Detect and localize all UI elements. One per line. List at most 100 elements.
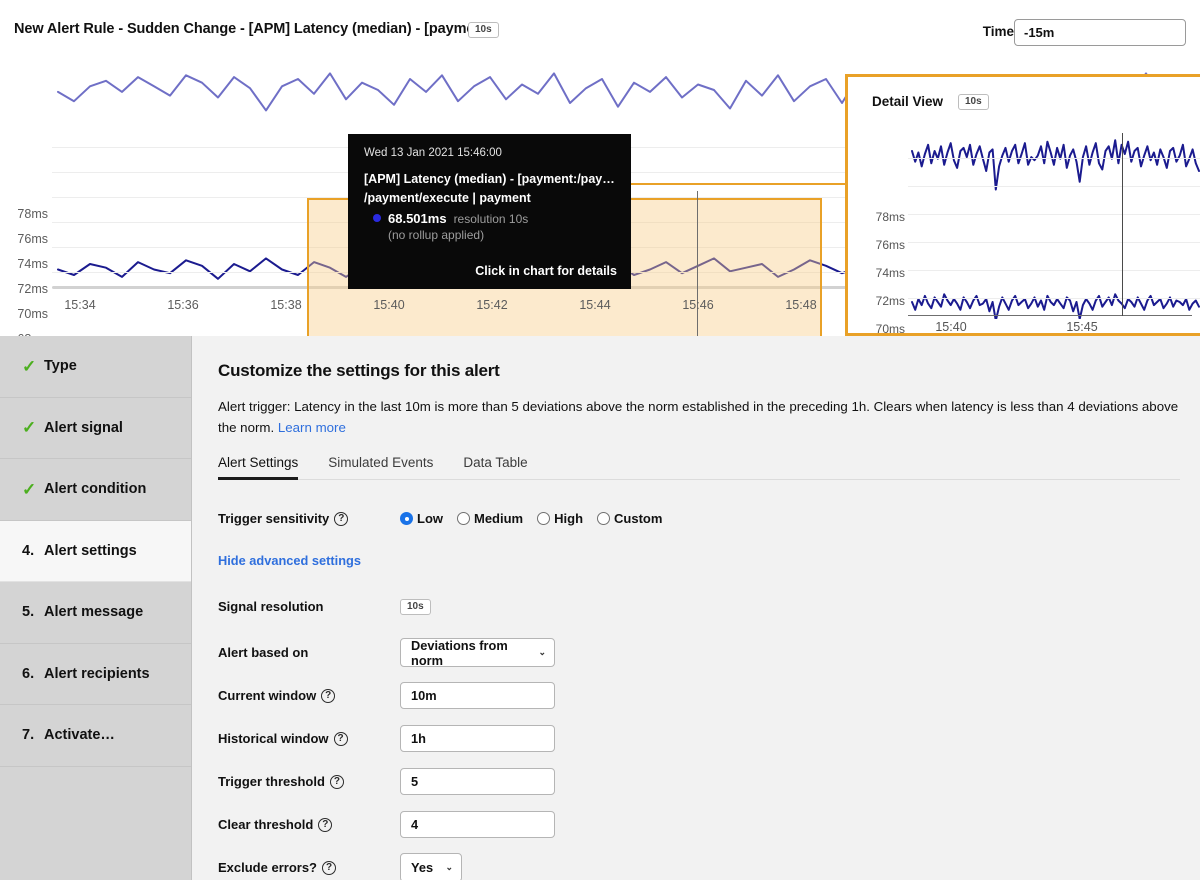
- tooltip-series-line1: [APM] Latency (median) - [payment:/pay…: [364, 172, 615, 186]
- time-label: Time: [982, 24, 1014, 39]
- signal-resolution-label: Signal resolution: [218, 599, 400, 614]
- signal-resolution-row: Signal resolution 10s: [218, 588, 1180, 625]
- settings-form: Trigger sensitivity ? Low Medium High Custo…: [218, 500, 1180, 880]
- alert-based-on-select[interactable]: Deviations from norm ⌄: [400, 638, 555, 668]
- sidebar-step-label: Type: [44, 358, 77, 375]
- help-icon[interactable]: ?: [334, 511, 349, 526]
- radio-button-icon[interactable]: [537, 512, 551, 526]
- main-chart-x-axis: 15:34 15:36 15:38 15:40 15:42 15:44 15:46 15:48: [0, 298, 845, 322]
- trigger-threshold-input[interactable]: [400, 768, 555, 796]
- trigger-threshold-label: Trigger threshold ?: [218, 774, 400, 789]
- y-tick-label: 74ms: [875, 266, 905, 280]
- y-tick-label: 76ms: [17, 232, 48, 246]
- trigger-sensitivity-radio-group[interactable]: Low Medium High Custom: [400, 511, 671, 526]
- help-icon[interactable]: ?: [321, 688, 336, 703]
- sensitivity-option-custom[interactable]: Custom: [597, 511, 662, 526]
- sidebar-step-alert-recipients[interactable]: 6. Alert recipients: [0, 644, 191, 705]
- description-text: Alert trigger: Latency in the last 10m i…: [218, 399, 1179, 435]
- sidebar-step-label: Alert message: [44, 604, 144, 621]
- learn-more-link[interactable]: Learn more: [278, 420, 346, 435]
- alert-based-on-label: Alert based on: [218, 645, 400, 660]
- time-range-input[interactable]: [1014, 19, 1186, 46]
- step-number: 5.: [22, 604, 35, 621]
- historical-window-row: Historical window ?: [218, 720, 1180, 757]
- detail-view-plot[interactable]: [908, 134, 1200, 322]
- tab-simulated-events[interactable]: Simulated Events: [328, 455, 433, 480]
- exclude-errors-row: Exclude errors? ? Yes ⌄: [218, 849, 1180, 880]
- label-text: Clear threshold: [218, 817, 314, 833]
- chevron-down-icon: ⌄: [538, 646, 546, 657]
- tooltip-rollup-note: (no rollup applied): [388, 227, 485, 242]
- sidebar-step-alert-settings[interactable]: 4. Alert settings: [0, 520, 191, 582]
- step-number: 6.: [22, 665, 35, 682]
- sensitivity-option-label: Custom: [614, 511, 663, 527]
- trigger-sensitivity-label: Trigger sensitivity ?: [218, 511, 400, 526]
- label-text: Exclude errors?: [218, 860, 317, 876]
- sidebar-step-type[interactable]: ✓ Type: [0, 336, 191, 398]
- detail-view-resolution-badge: 10s: [958, 94, 989, 110]
- sidebar-step-label: Alert settings: [44, 542, 137, 559]
- x-tick-label: 15:40: [935, 320, 967, 334]
- radio-button-icon[interactable]: [457, 512, 470, 526]
- y-tick-label: 78ms: [875, 210, 905, 224]
- sidebar-step-label: Alert condition: [44, 481, 147, 498]
- signal-resolution-badge: 10s: [400, 598, 431, 615]
- current-window-row: Current window ?: [218, 677, 1180, 714]
- sidebar-step-alert-signal[interactable]: ✓ Alert signal: [0, 398, 191, 459]
- label-text: Alert based on: [218, 645, 309, 661]
- clear-threshold-input[interactable]: [400, 811, 555, 839]
- sidebar-step-alert-condition[interactable]: ✓ Alert condition: [0, 459, 191, 521]
- sensitivity-option-medium[interactable]: Medium: [457, 511, 523, 526]
- chart-cursor-line: [697, 191, 698, 359]
- tab-alert-settings[interactable]: Alert Settings: [218, 455, 299, 481]
- radio-button-icon[interactable]: [597, 512, 611, 526]
- tab-data-table[interactable]: Data Table: [463, 455, 527, 480]
- top-bar: New Alert Rule - Sudden Change - [APM] L…: [0, 0, 1200, 66]
- detail-view-cursor-line: [1122, 133, 1123, 316]
- clear-threshold-row: Clear threshold ?: [218, 806, 1180, 843]
- sidebar-step-alert-message[interactable]: 5. Alert message: [0, 582, 191, 644]
- sidebar-step-label: Alert recipients: [44, 665, 150, 682]
- x-tick-label: 15:34: [64, 298, 96, 312]
- historical-window-input[interactable]: [400, 725, 555, 753]
- label-text: Trigger sensitivity: [218, 511, 330, 527]
- exclude-errors-label: Exclude errors? ?: [218, 860, 400, 875]
- current-window-input[interactable]: [400, 682, 555, 710]
- alert-based-on-row: Alert based on Deviations from norm ⌄: [218, 634, 1180, 671]
- step-complete-check-icon: ✓: [22, 479, 37, 499]
- trigger-threshold-row: Trigger threshold ?: [218, 763, 1180, 800]
- help-icon[interactable]: ?: [322, 860, 336, 875]
- sensitivity-option-label: Medium: [474, 511, 524, 527]
- detail-view-x-axis: 15:40 15:45: [848, 320, 1200, 334]
- content-heading: Customize the settings for this alert: [218, 361, 500, 380]
- y-tick-label: 74ms: [17, 257, 48, 271]
- label-text: Current window: [218, 688, 317, 704]
- sensitivity-option-high[interactable]: High: [537, 511, 583, 526]
- step-complete-check-icon: ✓: [22, 356, 37, 376]
- detail-view-axis-line: [908, 315, 1192, 316]
- wizard-sidebar: ✓ Type ✓ Alert signal ✓ Alert condition 4. Aler…: [0, 336, 192, 880]
- detail-view-y-axis: 78ms 76ms 74ms 72ms 70ms 68ms: [848, 134, 908, 333]
- sidebar-step-activate[interactable]: 7. Activate…: [0, 705, 191, 767]
- toggle-advanced-settings-link[interactable]: Hide advanced settings: [218, 553, 1180, 568]
- sensitivity-option-label: High: [554, 511, 584, 527]
- tooltip-series-color-dot: [373, 214, 381, 223]
- y-tick-label: 78ms: [17, 207, 48, 221]
- y-tick-label: 76ms: [875, 238, 905, 252]
- radio-button-icon[interactable]: [400, 512, 413, 526]
- exclude-errors-select[interactable]: Yes ⌄: [400, 853, 462, 880]
- help-icon[interactable]: ?: [329, 774, 344, 789]
- tooltip-value: 68.501ms: [388, 210, 447, 226]
- label-text: Trigger threshold: [218, 774, 325, 790]
- detail-view-panel[interactable]: Detail View 10s 78ms 76ms 74ms 72ms 70ms…: [845, 74, 1200, 336]
- chevron-down-icon: ⌄: [445, 861, 453, 872]
- tooltip-resolution: resolution 10s: [453, 211, 529, 226]
- help-icon[interactable]: ?: [333, 731, 348, 746]
- y-tick-label: 72ms: [17, 282, 48, 296]
- help-icon[interactable]: ?: [318, 817, 333, 832]
- lower-section: ✓ Type ✓ Alert signal ✓ Alert condition 4. Aler…: [0, 336, 1200, 880]
- sensitivity-option-low[interactable]: Low: [400, 511, 443, 526]
- sidebar-step-label: Activate…: [44, 727, 115, 744]
- tooltip-timestamp: Wed 13 Jan 2021 15:46:00: [364, 147, 502, 159]
- clear-threshold-label: Clear threshold ?: [218, 817, 400, 832]
